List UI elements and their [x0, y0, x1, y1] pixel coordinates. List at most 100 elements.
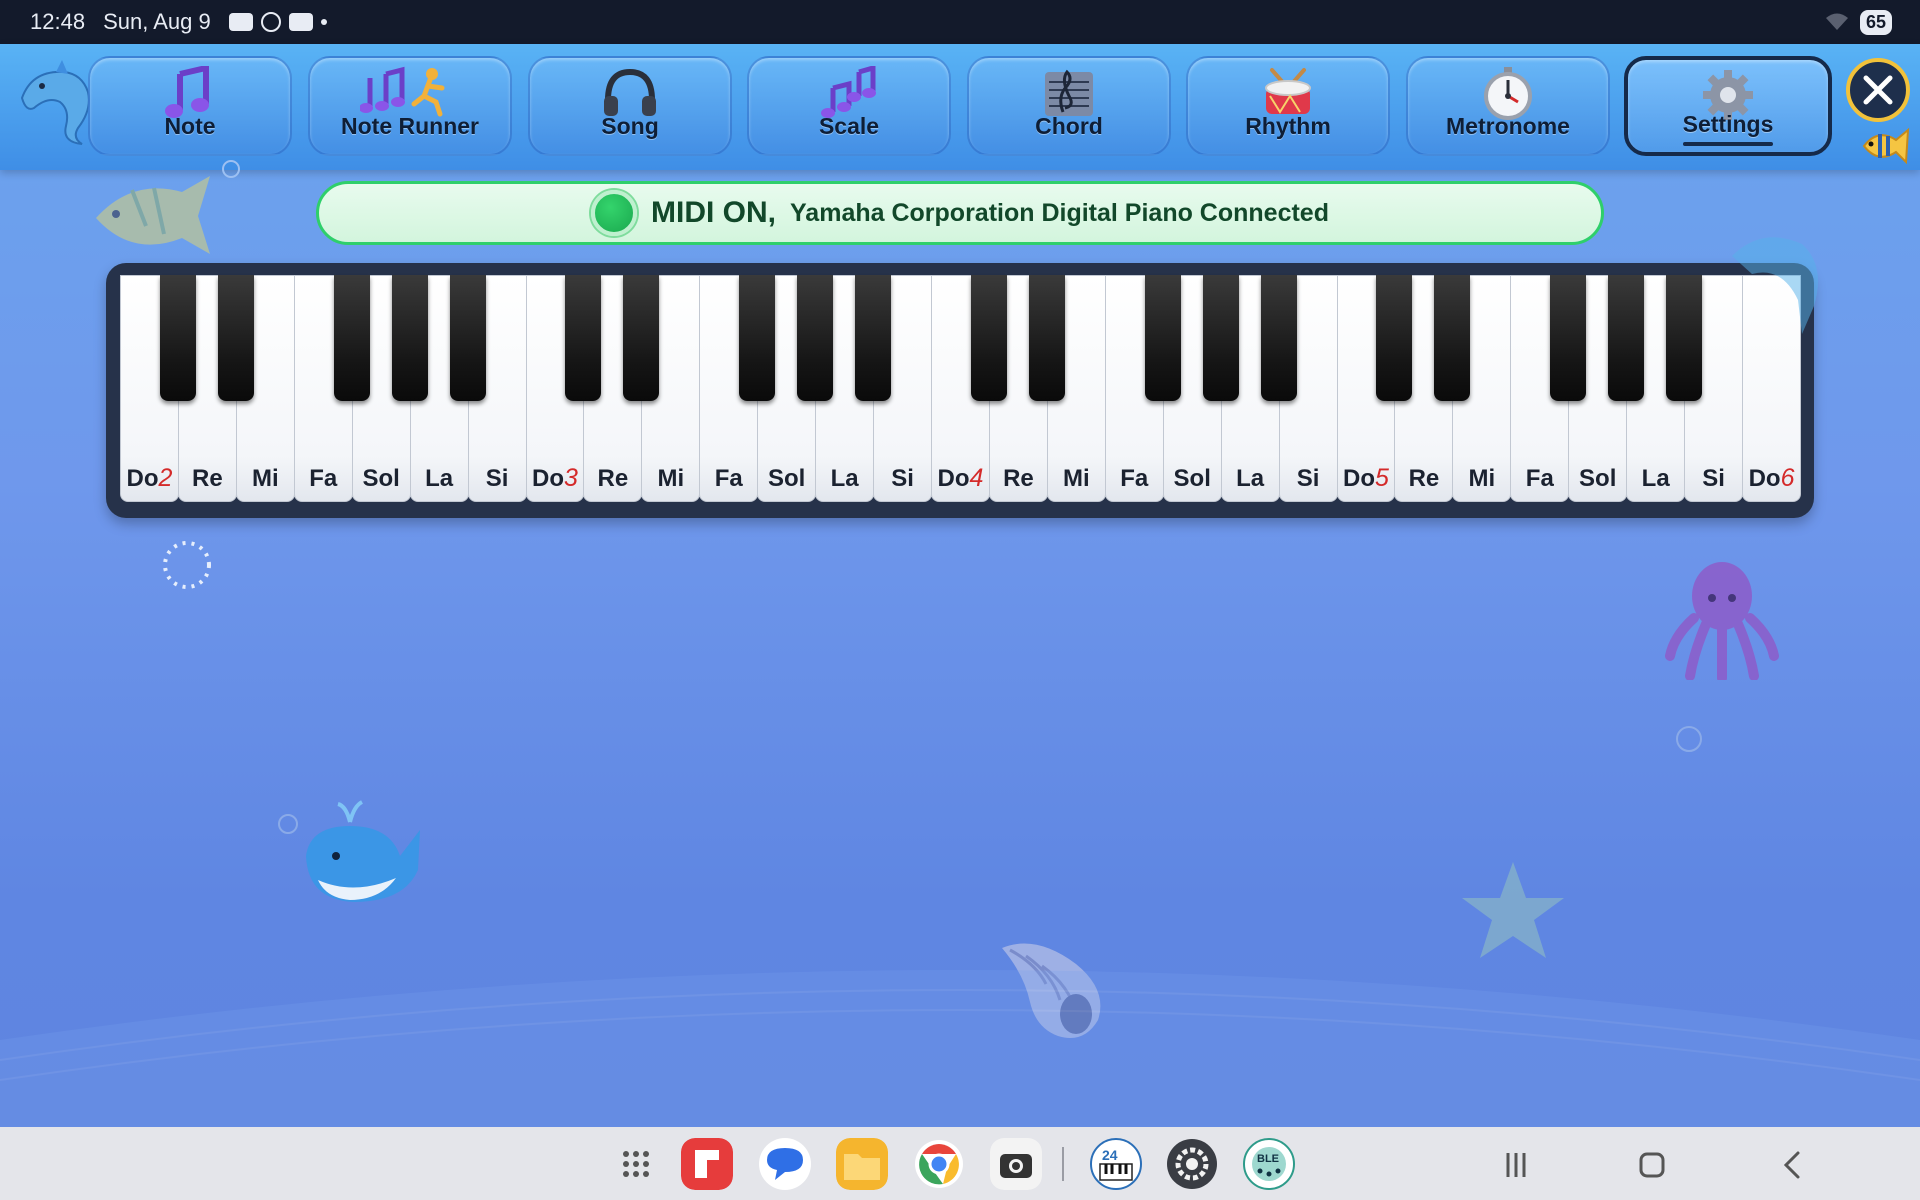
tab-label: Settings: [1682, 111, 1774, 146]
youtube-notification-icon: [228, 13, 253, 31]
svg-text:24: 24: [1102, 1147, 1118, 1163]
close-button[interactable]: [1846, 58, 1910, 122]
chrome-icon[interactable]: [913, 1138, 965, 1190]
drum-icon: [1265, 68, 1311, 114]
key-label: Do: [126, 465, 159, 492]
tab-label: Rhythm: [1245, 113, 1331, 139]
octave-number: 4: [969, 464, 984, 492]
tab-metronome[interactable]: Metronome: [1406, 56, 1610, 156]
piano-black-key[interactable]: [797, 275, 834, 401]
piano-black-key[interactable]: [1434, 275, 1471, 401]
scale-notes-icon: [821, 66, 876, 118]
piano-black-key[interactable]: [1144, 275, 1181, 401]
key-label: Si: [1702, 465, 1725, 492]
key-label: Do: [1748, 465, 1781, 492]
tab-chord[interactable]: Chord: [967, 56, 1171, 156]
tab-song[interactable]: Song: [528, 56, 732, 156]
piano-black-key[interactable]: [449, 275, 486, 401]
piano-black-key[interactable]: [159, 275, 196, 401]
running-notes-icon: [360, 66, 445, 117]
key-label: Fa: [1525, 465, 1554, 492]
key-label: Sol: [768, 465, 806, 492]
midi-status-banner: MIDI ON, Yamaha Corporation Digital Pian…: [316, 181, 1604, 245]
sync-notification-icon: [260, 12, 281, 32]
youtube-notification-icon: [288, 13, 313, 31]
piano-black-key[interactable]: [217, 275, 254, 401]
key-label: Sol: [362, 465, 400, 492]
key-label: Fa: [1120, 465, 1149, 492]
key-label: Mi: [251, 465, 279, 492]
settings-app-icon[interactable]: [1166, 1138, 1218, 1190]
app-drawer-icon[interactable]: [610, 1138, 662, 1190]
piano-black-key[interactable]: [1376, 275, 1413, 401]
tab-rhythm[interactable]: Rhythm: [1186, 56, 1390, 156]
system-navigation-bar: 24 BLE: [0, 1127, 1920, 1200]
piano-keys: Do 2 Re Mi Fa Sol La Si Do 3 Re Mi Fa Sol La Si Do 4 Re Mi F…: [120, 275, 1801, 502]
piano-black-key[interactable]: [1202, 275, 1239, 401]
tab-label: Song: [601, 113, 659, 139]
music-note-icon: [165, 66, 209, 118]
tab-scale[interactable]: Scale: [747, 56, 951, 156]
octave-number: 6: [1780, 464, 1795, 492]
battery-level: 65: [1859, 9, 1892, 35]
key-label: Mi: [1063, 465, 1090, 492]
key-label: Do: [937, 465, 970, 492]
piano-black-key[interactable]: [970, 275, 1007, 401]
bubble-icon: [278, 814, 298, 834]
midi-status-text: MIDI ON,: [651, 196, 777, 229]
piano-black-key[interactable]: [1028, 275, 1065, 401]
piano-black-key[interactable]: [391, 275, 428, 401]
camera-icon[interactable]: [990, 1138, 1042, 1190]
bubble-icon: [1676, 726, 1702, 752]
sheet-music-icon: [1045, 69, 1093, 116]
key-label: Re: [597, 465, 629, 492]
key-label: Do: [1343, 465, 1376, 492]
seabed-waves: [0, 970, 1920, 1128]
tab-note[interactable]: Note: [88, 56, 292, 156]
status-date: Sun, Aug 9: [103, 9, 211, 34]
key-label: La: [1641, 465, 1670, 492]
tab-note-runner[interactable]: Note Runner: [308, 56, 512, 156]
key-label: Re: [1408, 465, 1440, 492]
tab-label: Metronome: [1446, 113, 1570, 139]
home-icon[interactable]: [1632, 1145, 1672, 1185]
piano-black-key[interactable]: [1550, 275, 1587, 401]
dock-divider: [1062, 1147, 1064, 1181]
octave-number: 5: [1375, 464, 1389, 492]
tab-label: Chord: [1035, 113, 1103, 139]
octave-number: 3: [564, 464, 578, 492]
headphones-icon: [604, 68, 656, 116]
piano-black-key[interactable]: [333, 275, 370, 401]
whale-icon: [306, 800, 420, 902]
key-label: Re: [1003, 465, 1034, 492]
piano-black-key[interactable]: [1666, 275, 1703, 401]
key-label: Si: [1296, 465, 1320, 492]
key-label: La: [830, 465, 859, 492]
key-label: Sol: [1173, 465, 1211, 492]
key-label: Fa: [309, 465, 338, 492]
messages-icon[interactable]: [759, 1138, 811, 1190]
angelfish-icon: [96, 176, 210, 254]
piano-keyboard: Do 2 Re Mi Fa Sol La Si Do 3 Re Mi Fa Sol La Si Do 4 Re Mi F…: [106, 263, 1814, 518]
piano-black-key[interactable]: [855, 275, 892, 401]
ble-midi-icon[interactable]: BLE: [1243, 1138, 1295, 1190]
piano-black-key[interactable]: [739, 275, 776, 401]
files-icon[interactable]: [836, 1138, 888, 1190]
piano-app-icon[interactable]: 24: [1090, 1138, 1142, 1190]
status-time: 12:48: [30, 9, 86, 34]
key-label: Mi: [1468, 465, 1496, 492]
flipboard-icon[interactable]: [681, 1138, 733, 1190]
key-label: Si: [891, 465, 914, 492]
piano-black-key[interactable]: [1260, 275, 1297, 401]
key-label: Re: [192, 465, 223, 492]
back-icon[interactable]: [1772, 1145, 1812, 1185]
piano-black-key[interactable]: [565, 275, 602, 401]
stopwatch-icon: [1484, 67, 1532, 120]
tab-label: Note Runner: [341, 113, 479, 139]
recents-icon[interactable]: [1496, 1145, 1536, 1185]
piano-black-key[interactable]: [623, 275, 660, 401]
piano-black-key[interactable]: [1608, 275, 1645, 401]
tab-settings[interactable]: Settings: [1624, 56, 1832, 156]
octopus-icon: [1665, 562, 1779, 680]
key-label: Sol: [1579, 465, 1617, 492]
